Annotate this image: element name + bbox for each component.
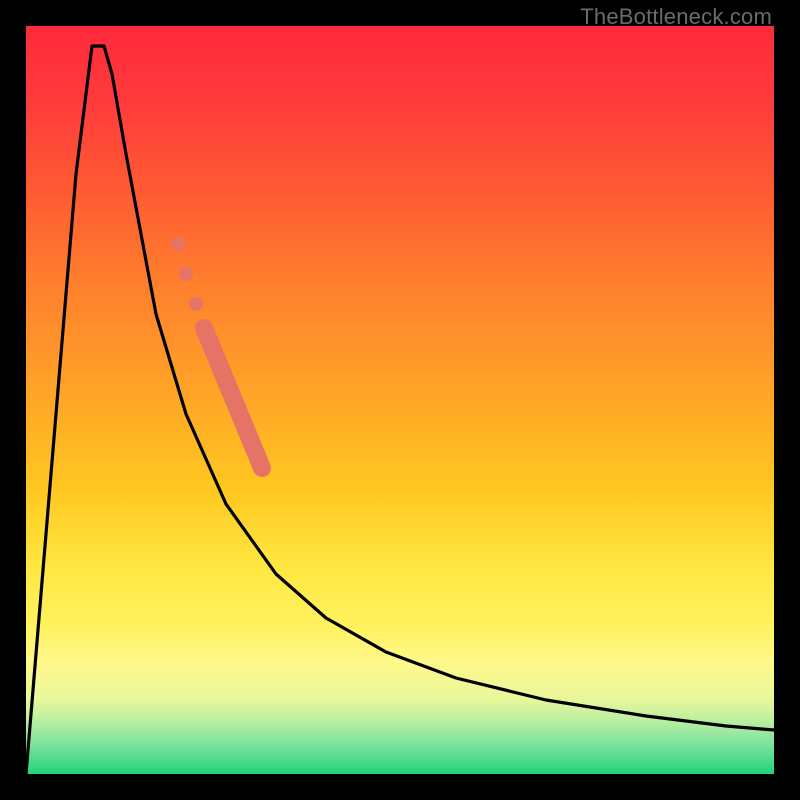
dot-1 <box>171 237 185 251</box>
dot-3 <box>189 297 203 311</box>
curve-svg <box>26 26 774 774</box>
watermark-text: TheBottleneck.com <box>580 4 772 30</box>
deviation-curve <box>26 46 774 774</box>
dot-2 <box>179 267 193 281</box>
marker-group <box>171 237 203 311</box>
chart-container: TheBottleneck.com <box>0 0 800 800</box>
plot-area <box>26 26 774 774</box>
highlight-band <box>204 328 262 468</box>
